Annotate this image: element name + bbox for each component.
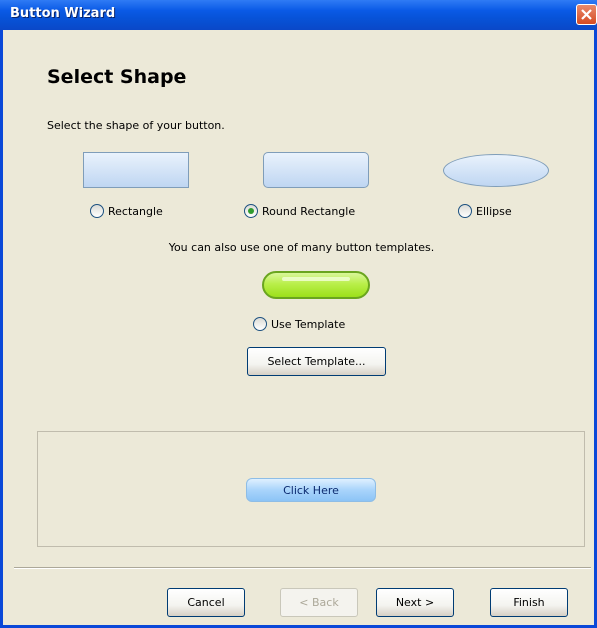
radio-button-icon[interactable]	[90, 204, 104, 218]
ellipse-shape-preview[interactable]	[443, 154, 549, 187]
title-bar[interactable]: Button Wizard	[0, 0, 597, 30]
select-template-button[interactable]: Select Template...	[247, 347, 386, 376]
template-button-preview[interactable]	[262, 271, 370, 299]
button-preview-panel: Click Here	[37, 431, 585, 547]
close-button[interactable]	[576, 4, 597, 25]
radio-button-checked-icon[interactable]	[244, 204, 258, 218]
rectangle-shape-preview[interactable]	[83, 152, 189, 188]
round-rectangle-label: Round Rectangle	[262, 204, 356, 218]
round-rectangle-radio[interactable]: Round Rectangle	[244, 204, 355, 218]
ellipse-label: Ellipse	[476, 204, 512, 218]
template-note: You can also use one of many button temp…	[168, 241, 435, 254]
ellipse-radio[interactable]: Ellipse	[458, 204, 512, 218]
radio-button-icon[interactable]	[253, 317, 267, 331]
close-icon	[581, 9, 592, 20]
back-button[interactable]: < Back	[280, 588, 358, 617]
preview-click-here-button[interactable]: Click Here	[246, 478, 376, 502]
use-template-label: Use Template	[271, 317, 346, 331]
footer-separator	[14, 567, 591, 569]
page-subtitle: Select the shape of your button.	[47, 119, 225, 132]
finish-button[interactable]: Finish	[490, 588, 568, 617]
page-title: Select Shape	[47, 66, 187, 88]
cancel-button[interactable]: Cancel	[167, 588, 245, 617]
rectangle-label: Rectangle	[108, 204, 163, 218]
window-title: Button Wizard	[10, 6, 116, 21]
rectangle-radio[interactable]: Rectangle	[90, 204, 163, 218]
round-rectangle-shape-preview[interactable]	[263, 152, 369, 188]
radio-button-icon[interactable]	[458, 204, 472, 218]
use-template-radio[interactable]: Use Template	[253, 317, 345, 331]
button-wizard-window: Button Wizard Select Shape Select the sh…	[0, 0, 597, 628]
next-button[interactable]: Next >	[376, 588, 454, 617]
